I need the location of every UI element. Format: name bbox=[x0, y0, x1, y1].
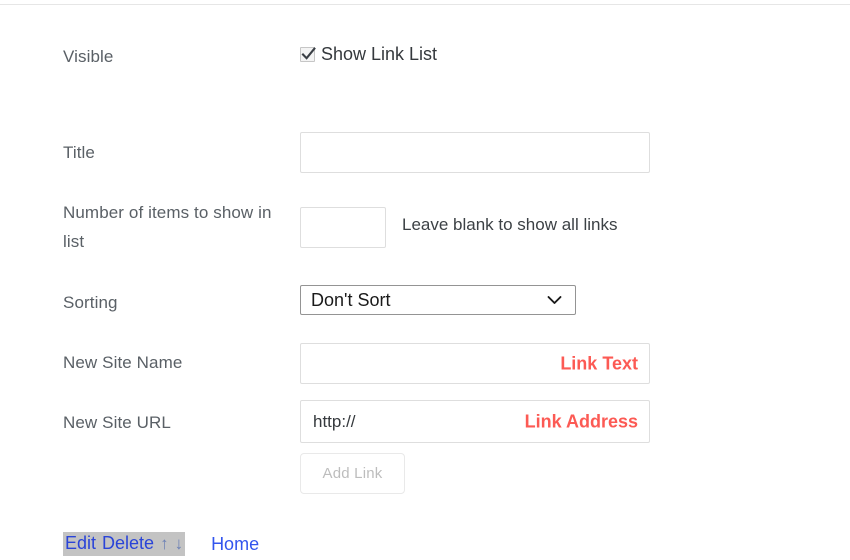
sorting-select[interactable]: Don't Sort bbox=[300, 285, 576, 315]
footer-links: Edit Delete ↑ ↓ Home bbox=[63, 532, 259, 556]
checkbox-box[interactable] bbox=[300, 46, 316, 62]
top-divider bbox=[0, 4, 850, 5]
delete-link[interactable]: Delete bbox=[102, 533, 154, 554]
sorting-select-value: Don't Sort bbox=[311, 290, 391, 310]
checkmark-icon bbox=[301, 46, 316, 60]
new-site-name-placeholder: Link Text bbox=[560, 353, 638, 373]
new-site-url-input[interactable]: http:// Link Address bbox=[300, 400, 650, 443]
title-input[interactable] bbox=[300, 132, 650, 173]
label-new-site-url: New Site URL bbox=[63, 413, 171, 432]
label-sorting: Sorting bbox=[63, 293, 118, 312]
add-link-button[interactable]: Add Link bbox=[300, 453, 405, 494]
label-title: Title bbox=[63, 143, 95, 162]
label-new-site-name: New Site Name bbox=[63, 353, 183, 372]
arrow-up-icon[interactable]: ↑ bbox=[160, 534, 169, 554]
new-site-name-input[interactable]: Link Text bbox=[300, 343, 650, 384]
form-row-visible: Visible Show Link List bbox=[0, 44, 850, 74]
new-site-url-value: http:// bbox=[313, 411, 356, 431]
selected-action-group: Edit Delete ↑ ↓ bbox=[63, 532, 186, 556]
item-count-input[interactable] bbox=[300, 207, 386, 248]
chevron-down-icon bbox=[545, 291, 563, 309]
show-link-list-checkbox[interactable]: Show Link List bbox=[300, 44, 437, 64]
edit-link[interactable]: Edit bbox=[65, 533, 96, 554]
link-list-settings-page: Visible Show Link List Title Number of i… bbox=[0, 0, 850, 560]
item-count-hint: Leave blank to show all links bbox=[402, 215, 618, 234]
label-item-count: Number of items to show in list bbox=[63, 203, 272, 251]
home-link[interactable]: Home bbox=[211, 534, 259, 555]
checkbox-label: Show Link List bbox=[321, 44, 438, 64]
label-visible: Visible bbox=[63, 47, 114, 66]
arrow-down-icon[interactable]: ↓ bbox=[175, 534, 184, 554]
new-site-url-placeholder: Link Address bbox=[524, 411, 638, 431]
